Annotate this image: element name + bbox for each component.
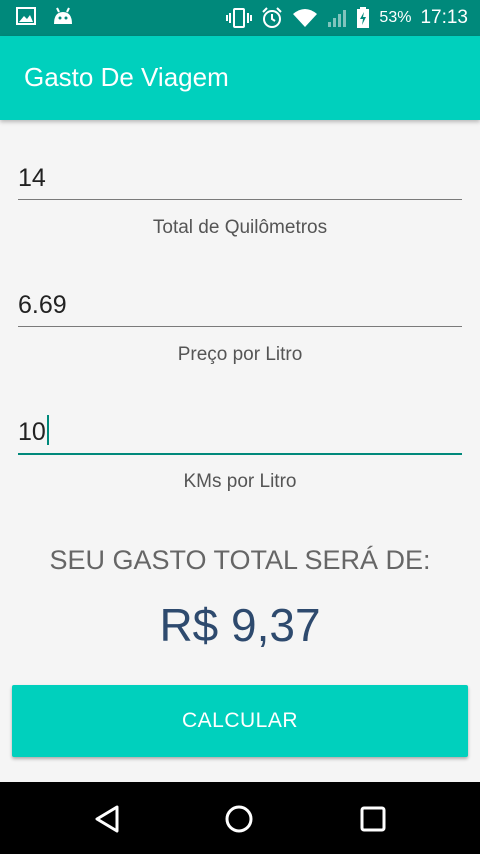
km-per-liter-value-wrap: 10: [18, 415, 49, 447]
android-icon: [52, 6, 74, 26]
km-total-value: 14: [18, 164, 46, 192]
recents-icon[interactable]: [356, 802, 390, 836]
price-per-liter-input[interactable]: 6.69: [18, 283, 462, 327]
image-icon: [16, 6, 36, 26]
battery-icon: [356, 7, 370, 29]
price-per-liter-label: Preço por Litro: [177, 344, 303, 365]
result-value: R$ 9,37: [159, 599, 321, 651]
battery-percent: 53%: [379, 9, 412, 26]
km-per-liter-value: 10: [18, 418, 46, 446]
km-per-liter-label: KMs por Litro: [183, 471, 297, 492]
home-icon[interactable]: [222, 802, 256, 836]
calculate-button[interactable]: CALCULAR: [12, 685, 468, 757]
result-label: SEU GASTO TOTAL SERÁ DE:: [49, 545, 431, 575]
app-title: Gasto De Viagem: [24, 62, 229, 92]
km-total-label: Total de Quilômetros: [152, 217, 328, 238]
status-time: 17:13: [420, 7, 468, 28]
alarm-icon: [261, 7, 283, 29]
app-bar: Gasto De Viagem: [0, 36, 480, 120]
back-icon[interactable]: [90, 802, 124, 836]
km-total-input[interactable]: 14: [18, 156, 462, 200]
navigation-bar: [0, 782, 480, 854]
price-per-liter-value: 6.69: [18, 291, 67, 319]
km-per-liter-input[interactable]: 10: [18, 411, 462, 455]
text-cursor: [46, 415, 49, 445]
vibrate-icon: [226, 7, 253, 29]
signal-icon: [327, 8, 347, 28]
status-bar: 53% 17:13: [0, 0, 480, 36]
wifi-icon: [292, 8, 318, 28]
